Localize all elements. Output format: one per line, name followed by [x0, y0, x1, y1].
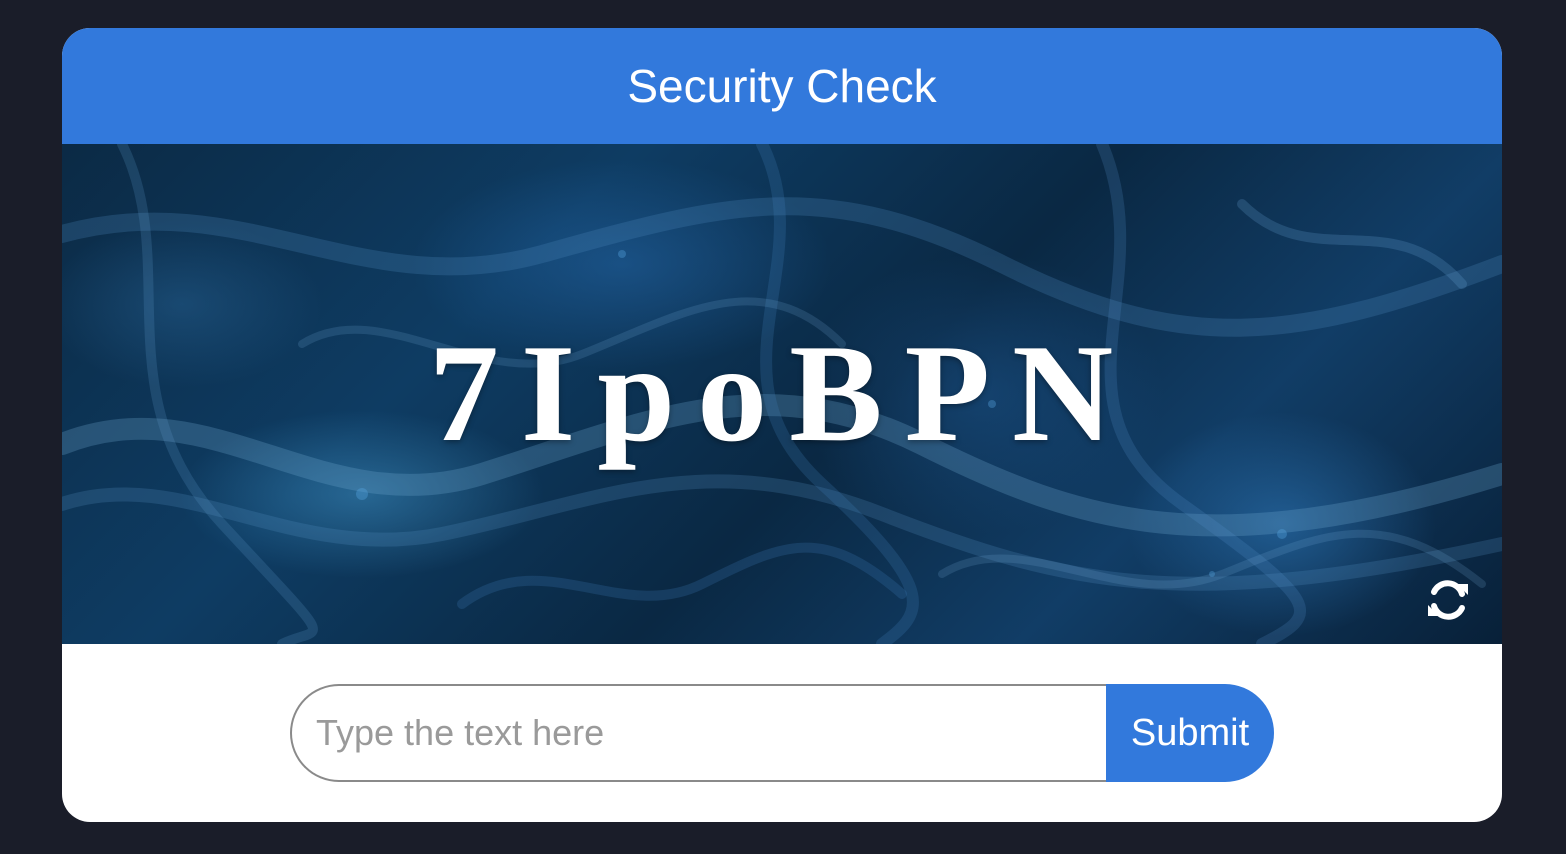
refresh-icon: [1428, 580, 1468, 620]
page-title: Security Check: [627, 60, 937, 112]
captcha-form: Submit: [290, 684, 1274, 782]
submit-button[interactable]: Submit: [1106, 684, 1274, 782]
refresh-captcha-button[interactable]: [1422, 574, 1474, 626]
captcha-image: 7IpoBPN: [62, 144, 1502, 644]
captcha-card: Security Check 7IpoBPN Type the text her…: [62, 28, 1502, 822]
card-header: Security Check: [62, 28, 1502, 144]
captcha-code: 7IpoBPN: [428, 316, 1136, 471]
captcha-input[interactable]: [290, 684, 1106, 782]
